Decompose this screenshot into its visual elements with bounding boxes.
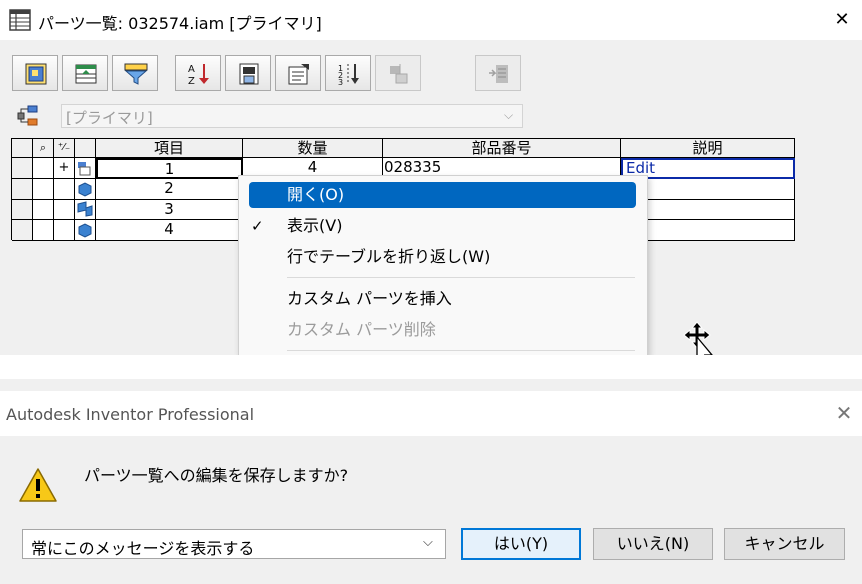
svg-text:3: 3 — [338, 78, 343, 86]
dialog-message: パーツ一覧への編集を保存しますか? — [84, 466, 349, 485]
view-select-value: [プライマリ] — [66, 109, 153, 127]
menu-item-wrap-table[interactable]: 行でテーブルを折り返し(W) — [249, 244, 636, 270]
menu-item-label: カスタム パーツ削除 — [287, 320, 436, 339]
column-header-item[interactable]: 項目 — [96, 139, 243, 158]
item-cell[interactable]: 2 — [96, 179, 243, 200]
export-button[interactable] — [225, 55, 271, 91]
row-selector[interactable] — [12, 179, 33, 200]
renumber-button[interactable]: 1 2 3 — [325, 55, 371, 91]
save-confirm-dialog: Autodesk Inventor Professional ✕ パーツ一覧への… — [0, 379, 862, 584]
row-selector[interactable] — [12, 220, 33, 241]
zoom-column-header[interactable]: ⌕ — [33, 139, 54, 158]
assembly-icon — [75, 158, 96, 179]
dialog-title: Autodesk Inventor Professional — [6, 405, 255, 424]
parts-list-icon — [390, 64, 408, 84]
properties-icon — [288, 64, 309, 85]
checkmark-icon: ✓ — [251, 217, 264, 235]
export-bom-icon — [489, 65, 508, 83]
bom-titlebar: パーツ一覧: 032574.iam [プライマリ] ✕ — [0, 0, 862, 40]
expand-toggle[interactable]: + — [54, 158, 75, 179]
table-row-cell — [33, 220, 54, 241]
table-row-cell — [33, 179, 54, 200]
row-selector[interactable] — [12, 158, 33, 179]
dialog-close-button[interactable]: ✕ — [832, 401, 856, 425]
chevron-down-icon: ⌵ — [504, 108, 514, 122]
menu-separator — [287, 350, 635, 351]
table-row-cell — [54, 179, 75, 200]
column-header-qty[interactable]: 数量 — [243, 139, 383, 158]
context-menu: 開く(O) ✓ 表示(V) 行でテーブルを折り返し(W) カスタム パーツを挿入… — [238, 175, 648, 356]
column-header-part-number[interactable]: 部品番号 — [383, 139, 621, 158]
icon-column-header — [75, 139, 96, 158]
window-title: パーツ一覧: 032574.iam [プライマリ] — [38, 14, 322, 33]
row-selector[interactable] — [12, 200, 33, 220]
filter-icon — [124, 63, 148, 85]
menu-item-label: 表示(V) — [287, 216, 343, 235]
menu-item-label: 開く(O) — [287, 185, 345, 204]
column-header-description[interactable]: 説明 — [621, 139, 795, 158]
sort-button[interactable]: A Z — [175, 55, 221, 91]
svg-text:Z: Z — [188, 76, 195, 86]
menu-item-delete-custom-part[interactable]: カスタム パーツ削除 — [249, 317, 636, 343]
renumber-icon: 1 2 3 — [338, 64, 359, 86]
cancel-button[interactable]: キャンセル — [724, 528, 845, 560]
export-icon — [239, 63, 259, 85]
part-icon — [75, 220, 96, 241]
desktop-gap — [0, 355, 862, 379]
product-view-icon — [25, 63, 47, 85]
structured-view-button[interactable] — [62, 55, 108, 91]
sheet-metal-icon — [75, 200, 96, 220]
table-row-cell — [54, 200, 75, 220]
no-button[interactable]: いいえ(N) — [593, 528, 713, 560]
item-cell[interactable]: 1 — [96, 158, 243, 179]
menu-separator — [287, 277, 635, 278]
chevron-down-icon: ⌵ — [423, 535, 433, 550]
svg-text:A: A — [188, 64, 195, 75]
menu-item-label: 行でテーブルを折り返し(W) — [287, 247, 491, 266]
window-close-button[interactable]: ✕ — [830, 8, 854, 32]
menu-item-insert-custom-part[interactable]: カスタム パーツを挿入 — [249, 286, 636, 312]
filter-button[interactable] — [112, 55, 158, 91]
table-row-cell — [33, 200, 54, 220]
message-display-select[interactable]: 常にこのメッセージを表示する ⌵ — [22, 529, 446, 559]
yes-button[interactable]: はい(Y) — [461, 528, 581, 560]
row-header-corner — [12, 139, 33, 158]
part-icon — [75, 179, 96, 200]
sort-icon: A Z — [188, 64, 209, 86]
product-view-button[interactable] — [12, 55, 58, 91]
menu-item-open[interactable]: 開く(O) — [249, 182, 636, 208]
table-icon — [9, 9, 31, 35]
item-cell[interactable]: 3 — [96, 200, 243, 220]
parts-list-button[interactable] — [375, 55, 421, 91]
menu-item-view[interactable]: ✓ 表示(V) — [249, 213, 636, 239]
properties-button[interactable] — [275, 55, 321, 91]
table-row-cell — [54, 220, 75, 241]
message-display-value: 常にこのメッセージを表示する — [31, 539, 255, 558]
view-select[interactable]: [プライマリ] ⌵ — [61, 104, 523, 128]
menu-item-label: カスタム パーツを挿入 — [287, 289, 452, 308]
expand-column-header[interactable]: ⁺⁄₋ — [54, 139, 75, 158]
item-cell[interactable]: 4 — [96, 220, 243, 241]
warning-icon — [18, 467, 58, 507]
structured-view-icon — [75, 64, 97, 84]
table-row-cell — [33, 158, 54, 179]
view-hierarchy-icon — [17, 105, 39, 131]
export-bom-button[interactable] — [475, 55, 521, 91]
